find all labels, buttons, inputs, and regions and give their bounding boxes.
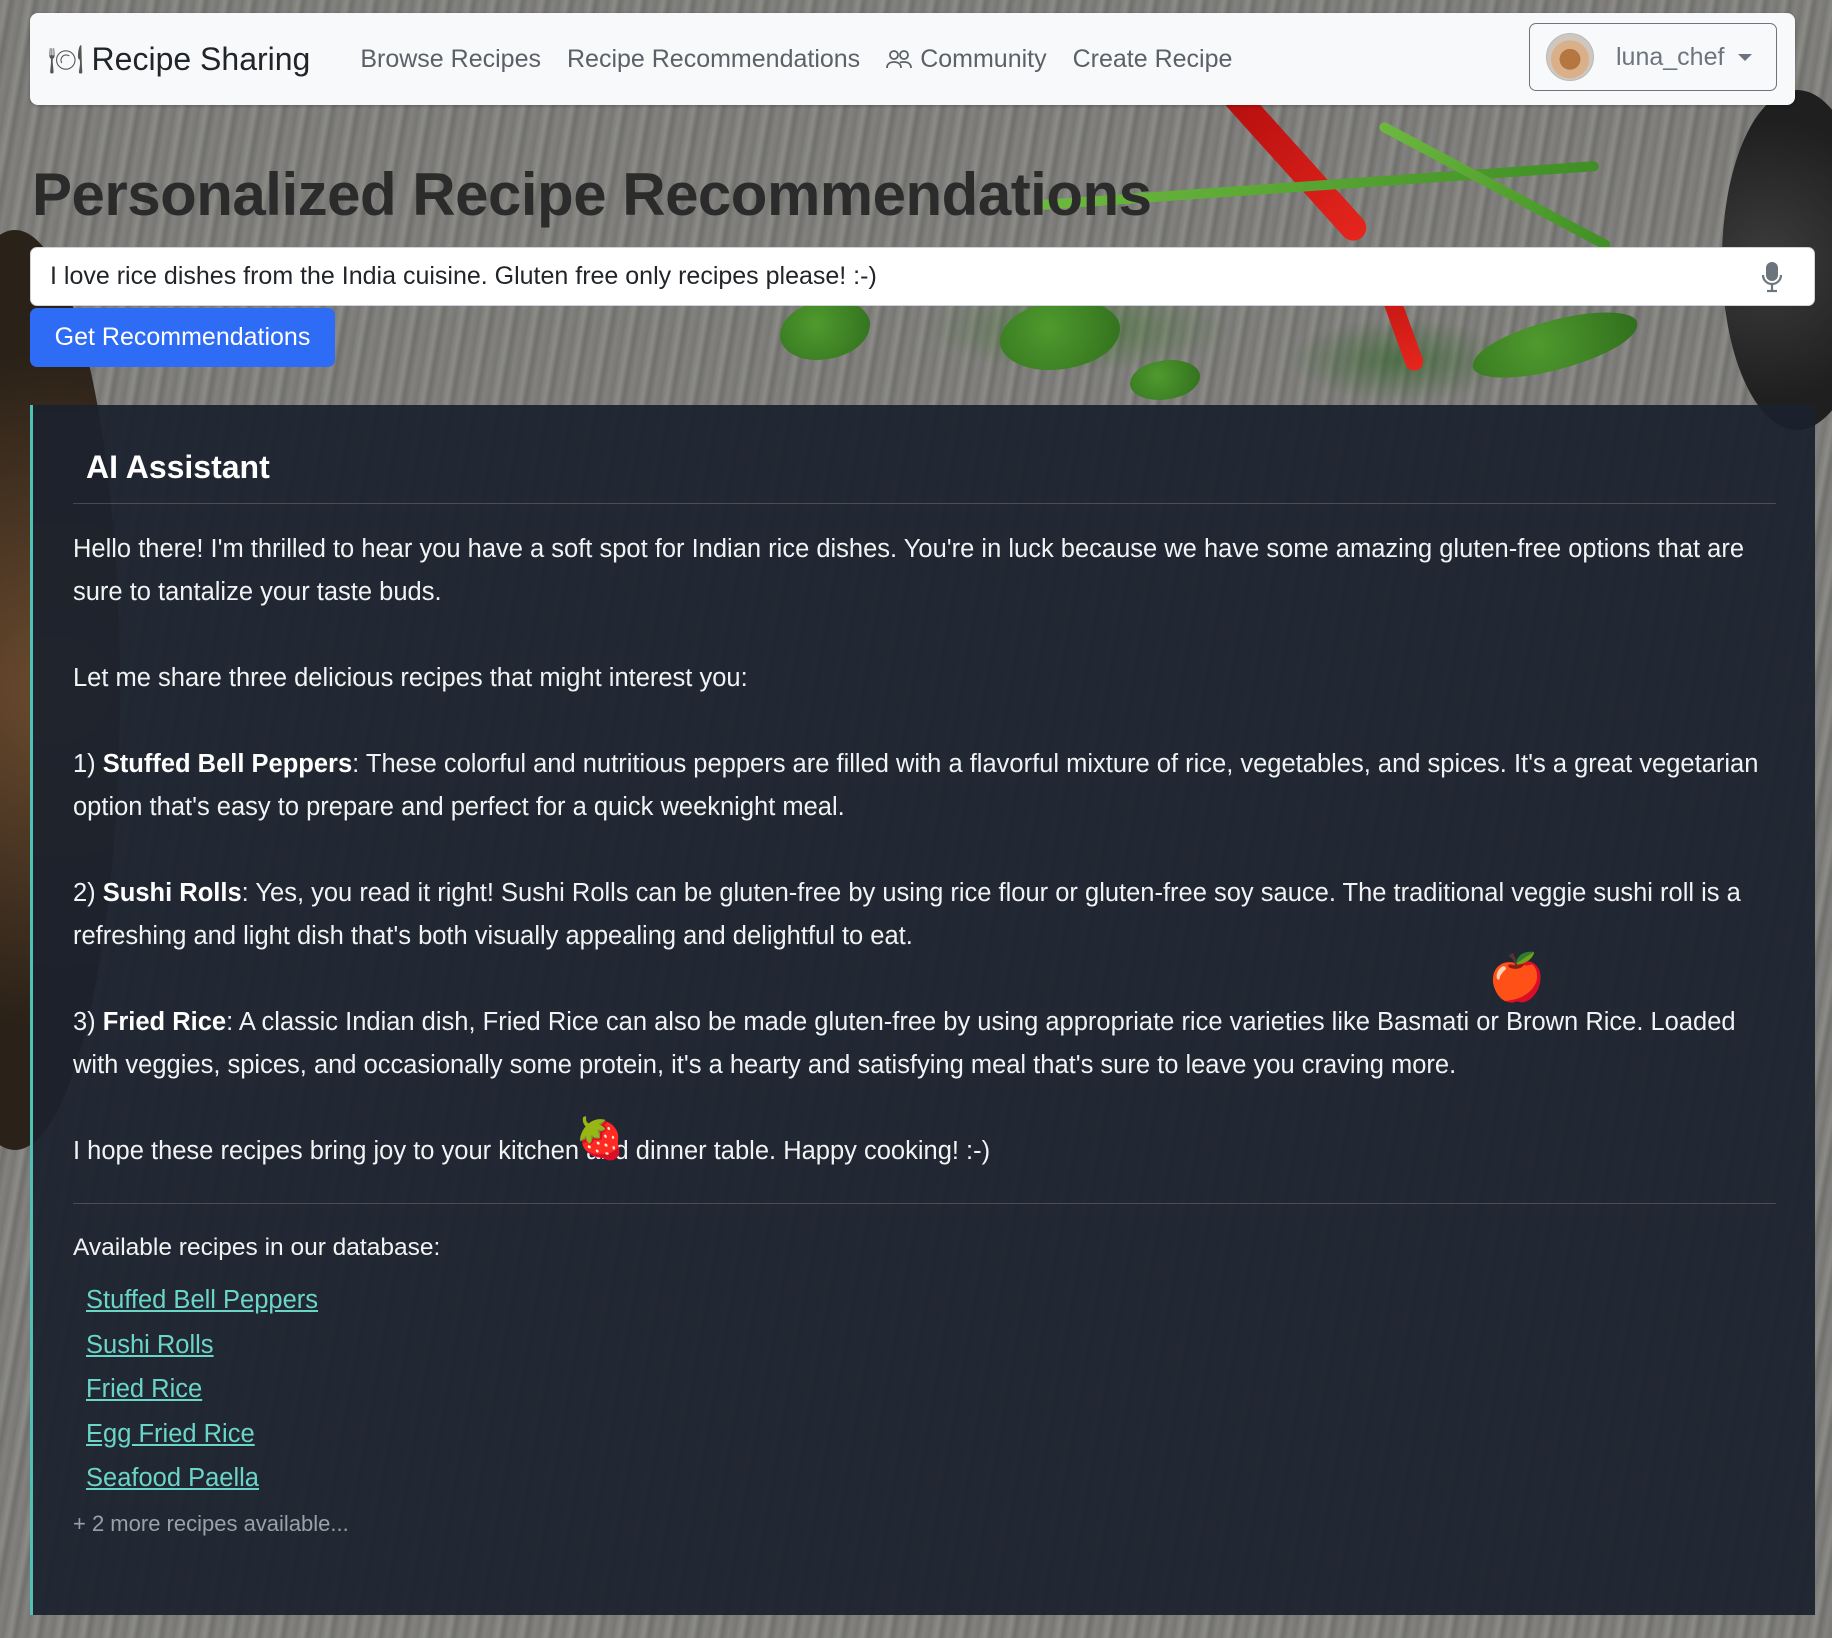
- recommendation-name: Stuffed Bell Peppers: [102, 750, 353, 778]
- get-recommendations-button[interactable]: Get Recommendations: [30, 308, 335, 367]
- page-title: Personalized Recipe Recommendations: [32, 161, 1152, 228]
- recommendation-number: 3): [73, 1008, 96, 1036]
- recommendation-item: 3) Fried Rice: A classic Indian dish, Fr…: [73, 1001, 1776, 1087]
- people-icon: [886, 48, 913, 70]
- nav-recipe-recommendations[interactable]: Recipe Recommendations: [567, 45, 860, 74]
- preference-input-wrapper: [30, 247, 1815, 306]
- recommendation-name: Sushi Rolls: [102, 879, 242, 907]
- plate-icon: 🍽: [48, 43, 84, 75]
- list-item: Egg Fried Rice: [86, 1412, 1776, 1457]
- message-lead: Let me share three delicious recipes tha…: [73, 664, 748, 692]
- nav-create-recipe[interactable]: Create Recipe: [1073, 45, 1233, 74]
- recipe-link[interactable]: Sushi Rolls: [86, 1331, 214, 1359]
- recommendation-item: 1) Stuffed Bell Peppers: These colorful …: [73, 743, 1776, 829]
- preference-input[interactable]: [31, 247, 1752, 306]
- recipe-link[interactable]: Fried Rice: [86, 1375, 202, 1403]
- background-leaf: [1466, 302, 1644, 388]
- more-recipes-text: + 2 more recipes available...: [73, 1510, 349, 1536]
- user-menu-button[interactable]: luna_chef: [1529, 23, 1777, 91]
- recommendation-name: Fried Rice: [102, 1008, 227, 1036]
- avatar: [1546, 33, 1594, 81]
- list-item: Fried Rice: [86, 1367, 1776, 1412]
- chevron-down-icon: [1738, 53, 1753, 61]
- list-item: Seafood Paella: [86, 1456, 1776, 1501]
- recommendation-number: 2): [73, 879, 96, 907]
- background-leaf: [1130, 360, 1200, 400]
- background-leaf: [1000, 300, 1120, 370]
- recipe-link[interactable]: Seafood Paella: [86, 1464, 259, 1492]
- assistant-message: Hello there! I'm thrilled to hear you ha…: [73, 528, 1776, 1173]
- divider: [73, 503, 1776, 504]
- recommendation-text: : A classic Indian dish, Fried Rice can …: [73, 1008, 1736, 1079]
- microphone-icon[interactable]: [1752, 261, 1792, 293]
- brand[interactable]: 🍽 Recipe Sharing: [48, 41, 310, 78]
- recipe-link[interactable]: Stuffed Bell Peppers: [86, 1286, 318, 1314]
- recommendation-number: 1): [73, 750, 96, 778]
- assistant-heading: AI Assistant: [86, 449, 270, 485]
- background-stem: [1377, 120, 1612, 252]
- recommendation-item: 2) Sushi Rolls: Yes, you read it right! …: [73, 872, 1776, 958]
- nav-browse-recipes[interactable]: Browse Recipes: [360, 45, 541, 74]
- list-item: Sushi Rolls: [86, 1323, 1776, 1368]
- ai-assistant-panel: AI Assistant Hello there! I'm thrilled t…: [30, 405, 1815, 1615]
- navbar: 🍽 Recipe Sharing Browse Recipes Recipe R…: [30, 13, 1795, 105]
- available-recipes-list: Stuffed Bell Peppers Sushi Rolls Fried R…: [86, 1278, 1776, 1501]
- recommendation-text: : Yes, you read it right! Sushi Rolls ca…: [73, 879, 1741, 950]
- nav-community[interactable]: Community: [886, 44, 1047, 74]
- username: luna_chef: [1616, 42, 1725, 71]
- list-item: Stuffed Bell Peppers: [86, 1278, 1776, 1323]
- apple-icon: 🍎: [1488, 951, 1546, 1003]
- available-recipes-label: Available recipes in our database:: [73, 1234, 441, 1261]
- divider: [73, 1203, 1776, 1204]
- background-leaf: [780, 300, 870, 360]
- message-closing: I hope these recipes bring joy to your k…: [73, 1137, 991, 1165]
- message-intro: Hello there! I'm thrilled to hear you ha…: [73, 535, 1745, 606]
- nav-community-label: Community: [920, 44, 1047, 73]
- brand-name: Recipe Sharing: [91, 40, 311, 77]
- strawberry-icon: 🍓: [575, 1117, 625, 1161]
- recipe-link[interactable]: Egg Fried Rice: [86, 1420, 255, 1448]
